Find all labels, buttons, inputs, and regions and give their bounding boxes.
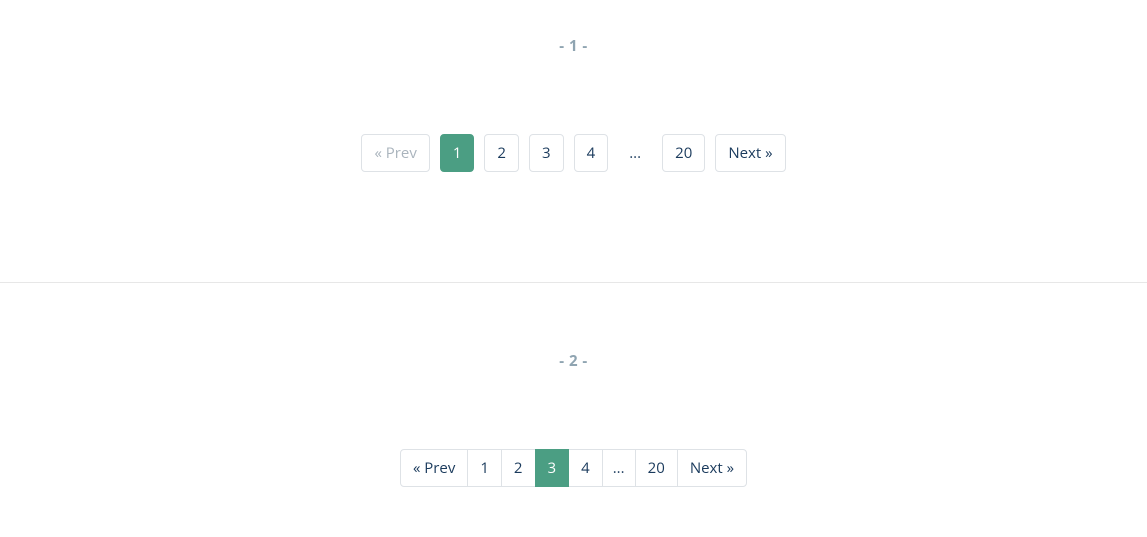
prev-button: « Prev	[361, 134, 429, 172]
page-2-button[interactable]: 2	[501, 449, 536, 487]
next-button[interactable]: Next »	[677, 449, 747, 487]
prev-button[interactable]: « Prev	[400, 449, 468, 487]
page-last-button[interactable]: 20	[635, 449, 678, 487]
section-title-1: - 1 -	[0, 36, 1147, 56]
pagination-2: « Prev 1 2 3 4 ... 20 Next »	[400, 449, 747, 487]
example-section-2: - 2 - « Prev 1 2 3 4 ... 20 Next »	[0, 283, 1147, 537]
page-1-button[interactable]: 1	[440, 134, 475, 172]
page-4-button[interactable]: 4	[568, 449, 603, 487]
page-4-button[interactable]: 4	[574, 134, 609, 172]
ellipsis: ...	[618, 134, 652, 172]
pagination-1: « Prev 1 2 3 4 ... 20 Next »	[361, 134, 785, 172]
section-title-2: - 2 -	[0, 351, 1147, 371]
example-section-1: - 1 - « Prev 1 2 3 4 ... 20 Next »	[0, 0, 1147, 282]
page-1-button[interactable]: 1	[467, 449, 502, 487]
page-3-button[interactable]: 3	[535, 449, 570, 487]
page-last-button[interactable]: 20	[662, 134, 705, 172]
page-2-button[interactable]: 2	[484, 134, 519, 172]
ellipsis: ...	[602, 449, 636, 487]
next-button[interactable]: Next »	[715, 134, 785, 172]
page-3-button[interactable]: 3	[529, 134, 564, 172]
